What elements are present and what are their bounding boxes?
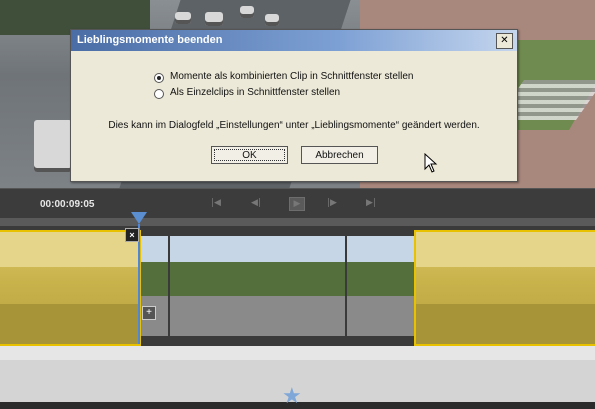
playhead-line xyxy=(138,224,140,344)
preview-car xyxy=(34,120,72,172)
add-clip-icon[interactable]: + xyxy=(142,306,156,320)
highlighted-clip[interactable] xyxy=(0,230,141,346)
video-clip[interactable] xyxy=(141,236,416,336)
preview-car xyxy=(265,14,279,26)
player-control-bar: 00:00:09:05 |◀ ◀| ▶ |▶ ▶| xyxy=(0,188,595,219)
preview-car xyxy=(175,12,191,24)
highlighted-clip[interactable] xyxy=(414,230,595,346)
step-back-icon[interactable]: ◀| xyxy=(249,197,263,209)
timecode: 00:00:09:05 xyxy=(40,199,95,210)
radio-combined-clip-label[interactable]: Momente als kombinierten Clip in Schnitt… xyxy=(170,71,413,82)
star-icon[interactable]: ★ xyxy=(282,386,302,408)
remove-clip-icon[interactable]: × xyxy=(125,228,139,242)
end-highlights-dialog: Lieblingsmomente beenden ✕ Momente als k… xyxy=(70,29,518,182)
preview-car xyxy=(240,6,254,18)
skip-to-start-icon[interactable]: |◀ xyxy=(209,197,223,209)
close-icon[interactable]: ✕ xyxy=(496,33,513,49)
radio-single-clips-label[interactable]: Als Einzelclips in Schnittfenster stelle… xyxy=(170,87,340,98)
step-forward-icon[interactable]: |▶ xyxy=(325,197,339,209)
preview-car xyxy=(205,12,223,26)
skip-to-end-icon[interactable]: ▶| xyxy=(364,197,378,209)
playhead-marker[interactable] xyxy=(131,212,147,224)
dialog-titlebar[interactable]: Lieblingsmomente beenden ✕ xyxy=(71,30,517,51)
play-icon[interactable]: ▶ xyxy=(289,197,305,211)
radio-single-clips[interactable] xyxy=(154,89,164,99)
cancel-button[interactable]: Abbrechen xyxy=(301,146,378,164)
dialog-info-text: Dies kann im Dialogfeld „Einstellungen“ … xyxy=(108,120,480,131)
timeline-ruler[interactable] xyxy=(0,218,595,226)
mouse-cursor-icon xyxy=(424,153,438,173)
dialog-title: Lieblingsmomente beenden xyxy=(77,34,223,46)
ok-button[interactable]: OK xyxy=(211,146,288,164)
radio-combined-clip[interactable] xyxy=(154,73,164,83)
